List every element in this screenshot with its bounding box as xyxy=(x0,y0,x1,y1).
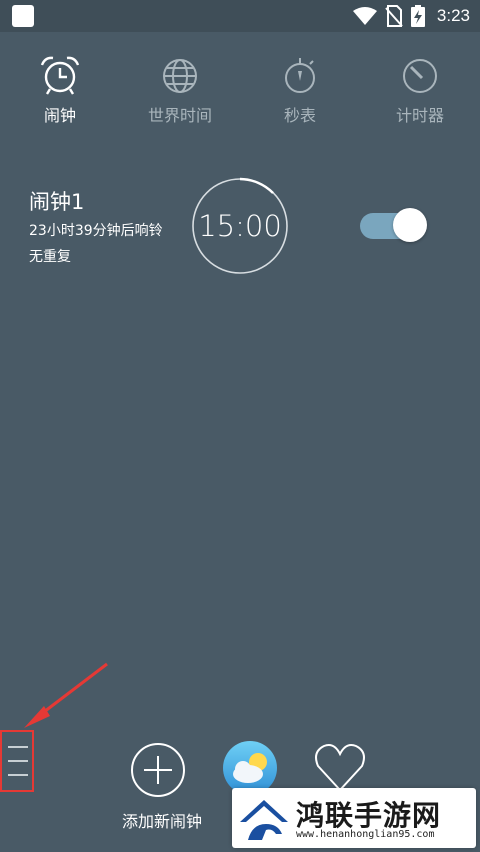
status-icons: 3:23 xyxy=(352,4,470,28)
alarm-repeat: 无重复 xyxy=(29,249,71,265)
add-alarm-label[interactable]: 添加新闹钟 xyxy=(112,808,212,832)
no-sim-icon xyxy=(385,5,403,27)
status-time: 3:23 xyxy=(436,6,470,25)
alarm-clock-icon xyxy=(40,56,80,95)
wifi-icon xyxy=(352,7,377,25)
tab-timer[interactable]: 计时器 xyxy=(360,54,480,126)
alarm-name: 闹钟1 xyxy=(29,190,85,214)
tab-alarm[interactable]: 闹钟 xyxy=(0,54,120,126)
tab-label: 闹钟 xyxy=(43,106,76,125)
timer-icon xyxy=(403,59,437,93)
tab-bar: 闹钟 世界时间 秒表 计时器 xyxy=(0,54,480,134)
watermark: 鸿联手游网 www.henanhonglian95.com xyxy=(232,788,476,848)
tab-world-time[interactable]: 世界时间 xyxy=(120,54,240,126)
toggle-knob xyxy=(393,208,427,242)
plus-circle-icon[interactable] xyxy=(130,742,186,798)
alarm-toggle[interactable] xyxy=(360,208,428,242)
stopwatch-icon xyxy=(285,58,315,93)
tab-label: 世界时间 xyxy=(147,106,212,125)
globe-icon xyxy=(163,59,197,93)
alarm-list-item[interactable]: 闹钟1 23小时39分钟后响铃 无重复 15:00 xyxy=(0,170,480,280)
annotation-arrow xyxy=(24,662,108,728)
tab-label: 秒表 xyxy=(283,106,316,125)
watermark-title: 鸿联手游网 xyxy=(296,799,442,832)
tab-label: 计时器 xyxy=(395,106,444,125)
battery-charging-icon xyxy=(410,5,425,27)
tab-stopwatch[interactable]: 秒表 xyxy=(240,54,360,126)
watermark-url: www.henanhonglian95.com xyxy=(296,829,435,840)
status-bar: 3:23 xyxy=(0,0,480,32)
notification-square-icon xyxy=(12,5,34,27)
alarm-time: 15:00 xyxy=(198,209,282,243)
watermark-logo-icon xyxy=(240,800,288,840)
alarm-countdown: 23小时39分钟后响铃 xyxy=(29,223,163,239)
